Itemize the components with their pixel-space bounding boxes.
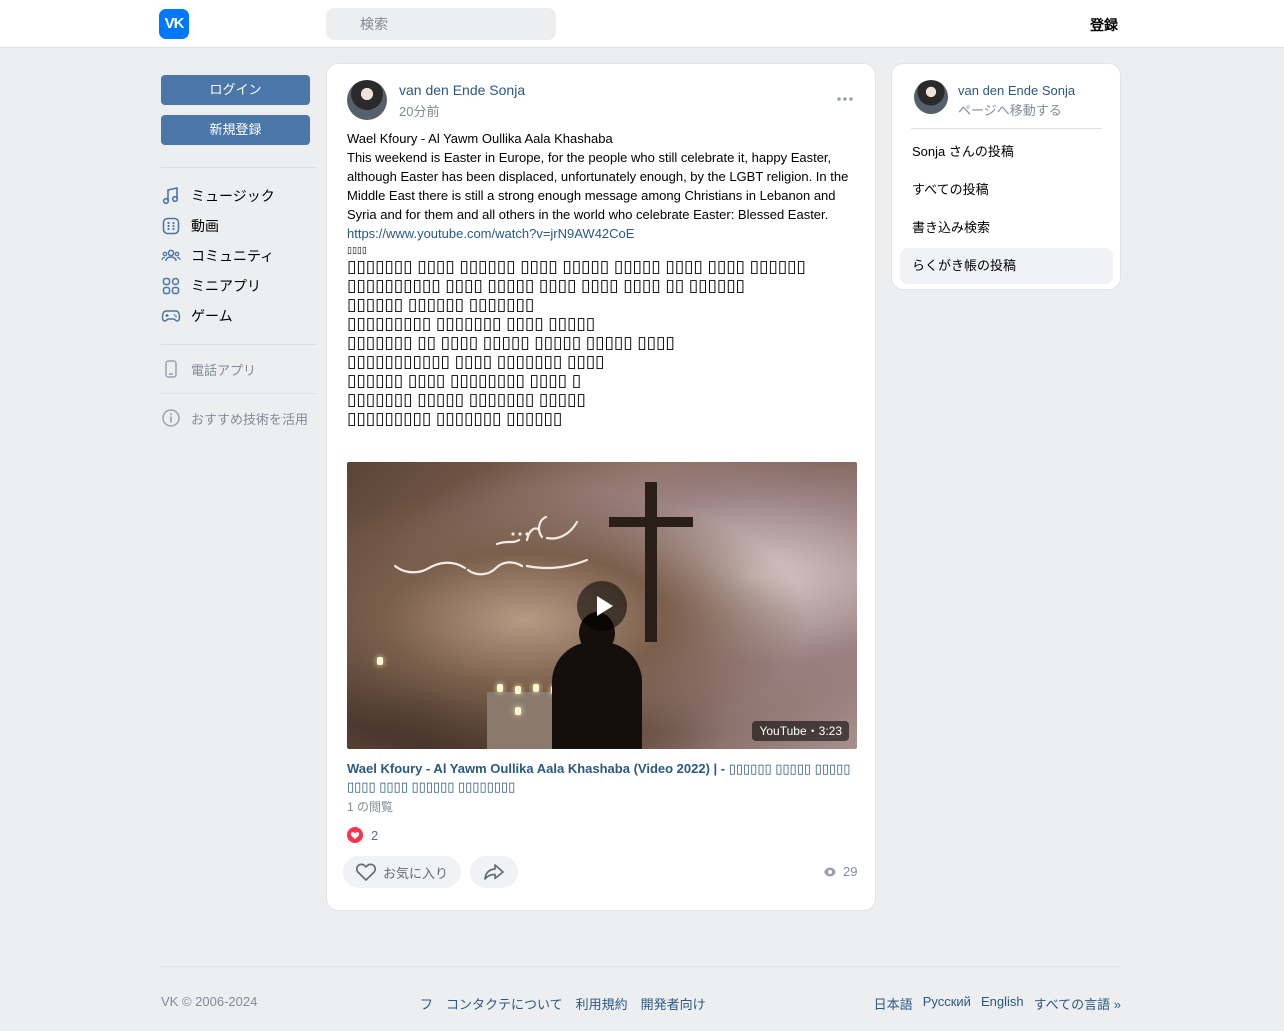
sidebar-item-mini-apps[interactable]: ミニアプリ bbox=[161, 274, 317, 298]
search-input[interactable] bbox=[326, 8, 556, 40]
register-link[interactable]: 登録 bbox=[1090, 15, 1118, 35]
views-count: 29 bbox=[843, 864, 858, 879]
youtube-link[interactable]: https://www.youtube.com/watch?v=jrN9AW42… bbox=[347, 226, 634, 241]
owner-avatar[interactable] bbox=[914, 80, 948, 114]
phone-icon bbox=[165, 360, 177, 378]
author-avatar[interactable] bbox=[347, 80, 387, 120]
sidebar-item-community[interactable]: コミュニティ bbox=[161, 244, 317, 268]
post-text-title: Wael Kfoury - Al Yawm Oullika Aala Khash… bbox=[347, 131, 613, 146]
video-scene-candle bbox=[515, 707, 521, 715]
gamepad-icon bbox=[161, 310, 181, 322]
language-all[interactable]: すべての言語 » bbox=[1034, 994, 1121, 1013]
sidebar-divider bbox=[161, 344, 317, 345]
post-views: 29 bbox=[823, 864, 857, 879]
heart-reaction-icon bbox=[347, 827, 363, 843]
info-icon bbox=[162, 409, 180, 427]
reactions-summary[interactable]: 2 bbox=[347, 826, 378, 844]
sidebar-item-label: コミュニティ bbox=[191, 248, 275, 264]
post-glyph-line: ▯▯▯▯▯▯ ▯▯▯▯ ▯▯▯▯▯▯▯▯ ▯▯▯▯ ▯ bbox=[347, 371, 582, 390]
language-english[interactable]: English bbox=[981, 994, 1024, 1013]
video-view-count: 1 の閲覧 bbox=[347, 800, 394, 814]
footer-links: フ コンタクテについて 利用規約 開発者向け bbox=[420, 994, 706, 1013]
post-glyph-line: ▯▯▯▯▯▯▯▯▯ ▯▯▯▯▯▯▯ ▯▯▯▯ ▯▯▯▯▯ bbox=[347, 314, 596, 333]
video-thumbnail[interactable]: YouTube・3:23 bbox=[347, 462, 857, 749]
panel-item-all-posts[interactable]: すべての投稿 bbox=[900, 172, 1113, 208]
footer-link-about[interactable]: コンタクテについて bbox=[446, 994, 563, 1013]
video-scene-candle bbox=[515, 686, 521, 694]
play-icon bbox=[597, 596, 613, 616]
likes-count: 2 bbox=[371, 827, 379, 843]
share-icon bbox=[484, 864, 504, 880]
sidebar-item-label: ゲーム bbox=[191, 308, 233, 324]
wall-post: van den Ende Sonja 20分前 Wael Kfoury - Al… bbox=[326, 63, 876, 911]
footer-divider bbox=[161, 966, 1121, 967]
video-scene-candle bbox=[497, 684, 503, 692]
post-glyph-line: ▯▯▯▯▯▯▯ ▯▯▯▯▯ ▯▯▯▯▯▯▯ ▯▯▯▯▯ bbox=[347, 390, 586, 409]
panel-item-owner-posts[interactable]: Sonja さんの投稿 bbox=[900, 134, 1113, 170]
video-scene-person bbox=[552, 642, 642, 749]
author-name-link[interactable]: van den Ende Sonja bbox=[399, 82, 525, 98]
like-button[interactable]: お気に入り bbox=[343, 856, 461, 888]
owner-name-link[interactable]: van den Ende Sonja bbox=[958, 83, 1075, 98]
post-glyph-line: ▯▯▯▯▯▯▯ ▯▯ ▯▯▯▯ ▯▯▯▯▯ ▯▯▯▯▯ ▯▯▯▯▯ ▯▯▯▯ bbox=[347, 333, 675, 352]
like-button-label: お気に入り bbox=[383, 865, 449, 881]
post-glyph-line: ▯▯▯▯▯▯▯ ▯▯▯▯ ▯▯▯▯▯▯ ▯▯▯▯ ▯▯▯▯▯ ▯▯▯▯▯ ▯▯▯… bbox=[347, 257, 806, 276]
footer-link[interactable]: フ bbox=[420, 994, 433, 1013]
signup-button[interactable]: 新規登録 bbox=[161, 115, 310, 145]
post-glyph-line: ▯▯▯▯▯▯ ▯▯▯▯▯▯ ▯▯▯▯▯▯▯ bbox=[347, 295, 535, 314]
video-duration-badge: YouTube・3:23 bbox=[752, 721, 849, 741]
mini-apps-icon bbox=[162, 277, 180, 295]
sidebar-item-video[interactable]: 動画 bbox=[161, 214, 317, 238]
sidebar-item-label: おすすめ技術を活用 bbox=[191, 411, 309, 427]
footer-languages: 日本語 Русский English すべての言語 » bbox=[874, 994, 1121, 1013]
video-scene-cross-bar bbox=[609, 517, 693, 527]
footer-link-terms[interactable]: 利用規約 bbox=[576, 994, 628, 1013]
video-scene-candle bbox=[377, 657, 383, 665]
panel-item-search-posts[interactable]: 書き込み検索 bbox=[900, 210, 1113, 246]
play-button[interactable] bbox=[577, 581, 627, 631]
sidebar-item-label: ミニアプリ bbox=[191, 278, 261, 294]
sidebar-item-label: 動画 bbox=[191, 218, 219, 234]
share-button[interactable] bbox=[470, 856, 518, 888]
post-text-body: This weekend is Easter in Europe, for th… bbox=[347, 150, 849, 222]
sidebar-item-phone-app[interactable]: 電話アプリ bbox=[161, 357, 317, 381]
post-glyph-line: ▯▯▯▯▯▯▯▯▯▯▯ ▯▯▯▯ ▯▯▯▯▯▯▯ ▯▯▯▯ bbox=[347, 352, 605, 371]
post-text: Wael Kfoury - Al Yawm Oullika Aala Khash… bbox=[347, 129, 857, 428]
sidebar-item-label: ミュージック bbox=[191, 188, 275, 204]
footer-link-developers[interactable]: 開発者向け bbox=[641, 994, 706, 1013]
vk-logo[interactable]: VK bbox=[159, 9, 189, 39]
goto-page-link[interactable]: ページへ移動する bbox=[958, 100, 1062, 119]
language-japanese[interactable]: 日本語 bbox=[874, 994, 913, 1013]
eye-icon bbox=[824, 867, 836, 876]
sidebar-item-label: 電話アプリ bbox=[191, 362, 257, 378]
login-button[interactable]: ログイン bbox=[161, 75, 310, 105]
post-small-glyphs: ▯▯▯▯ bbox=[347, 245, 367, 255]
more-options-icon[interactable] bbox=[835, 94, 855, 104]
owner-panel: van den Ende Sonja ページへ移動する Sonja さんの投稿 … bbox=[891, 63, 1121, 290]
video-calligraphy-overlay bbox=[393, 515, 589, 576]
post-glyph-line: ▯▯▯▯▯▯▯▯▯ ▯▯▯▯▯▯▯ ▯▯▯▯▯▯ bbox=[347, 409, 563, 428]
panel-item-wall-posts[interactable]: らくがき帳の投稿 bbox=[900, 248, 1113, 284]
video-scene-candle bbox=[533, 684, 539, 692]
sidebar-divider bbox=[161, 393, 317, 394]
footer-copyright: VK © 2006-2024 bbox=[161, 994, 258, 1009]
sidebar-divider bbox=[161, 167, 317, 168]
sidebar-item-recommended[interactable]: おすすめ技術を活用 bbox=[161, 406, 317, 430]
sidebar-item-music[interactable]: ミュージック bbox=[161, 184, 317, 208]
video-icon bbox=[162, 217, 180, 235]
post-glyph-line: ▯▯▯▯▯▯▯▯▯▯ ▯▯▯▯ ▯▯▯▯▯ ▯▯▯▯ ▯▯▯▯ ▯▯▯▯ ▯▯ … bbox=[347, 276, 745, 295]
video-title-link[interactable]: Wael Kfoury - Al Yawm Oullika Aala Khash… bbox=[347, 760, 857, 796]
language-russian[interactable]: Русский bbox=[923, 994, 971, 1013]
music-icon bbox=[162, 187, 179, 205]
heart-outline-icon bbox=[355, 863, 377, 881]
post-time[interactable]: 20分前 bbox=[399, 101, 439, 120]
community-icon bbox=[161, 249, 181, 262]
sidebar-item-games[interactable]: ゲーム bbox=[161, 304, 317, 328]
top-header: VK 登録 bbox=[0, 0, 1284, 48]
panel-divider bbox=[911, 128, 1102, 129]
video-scene-cross bbox=[645, 482, 657, 642]
